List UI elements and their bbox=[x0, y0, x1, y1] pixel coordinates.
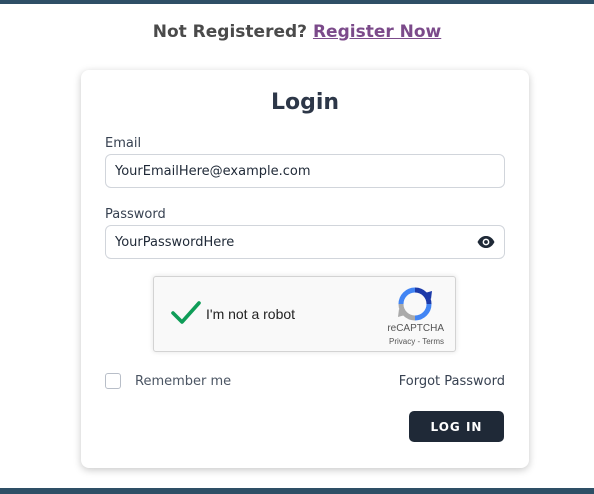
top-accent-bar bbox=[0, 0, 594, 4]
register-prompt-text: Not Registered? bbox=[152, 22, 308, 42]
bottom-accent-bar bbox=[0, 488, 594, 494]
remember-me-checkbox[interactable] bbox=[105, 373, 121, 389]
email-label: Email bbox=[105, 136, 142, 151]
login-card: Login Email Password I'm not a robot bbox=[81, 70, 529, 468]
recaptcha-privacy-terms[interactable]: Privacy - Terms bbox=[154, 337, 444, 346]
remember-me-label: Remember me bbox=[135, 374, 232, 389]
eye-icon[interactable] bbox=[475, 234, 497, 250]
recaptcha-logo-icon bbox=[398, 287, 432, 321]
recaptcha-brand: reCAPTCHA bbox=[387, 323, 444, 334]
login-button[interactable]: LOG IN bbox=[409, 411, 504, 442]
email-field[interactable] bbox=[105, 154, 505, 188]
register-now-link[interactable]: Register Now bbox=[313, 22, 441, 42]
register-prompt: Not Registered? Register Now bbox=[0, 22, 594, 42]
recaptcha-label: I'm not a robot bbox=[206, 306, 296, 322]
password-label: Password bbox=[105, 207, 166, 222]
password-field[interactable] bbox=[105, 225, 505, 259]
login-title: Login bbox=[270, 90, 340, 115]
recaptcha-widget: I'm not a robot reCAPTCHA Privacy - Term… bbox=[153, 276, 456, 352]
forgot-password-link[interactable]: Forgot Password bbox=[399, 374, 505, 389]
